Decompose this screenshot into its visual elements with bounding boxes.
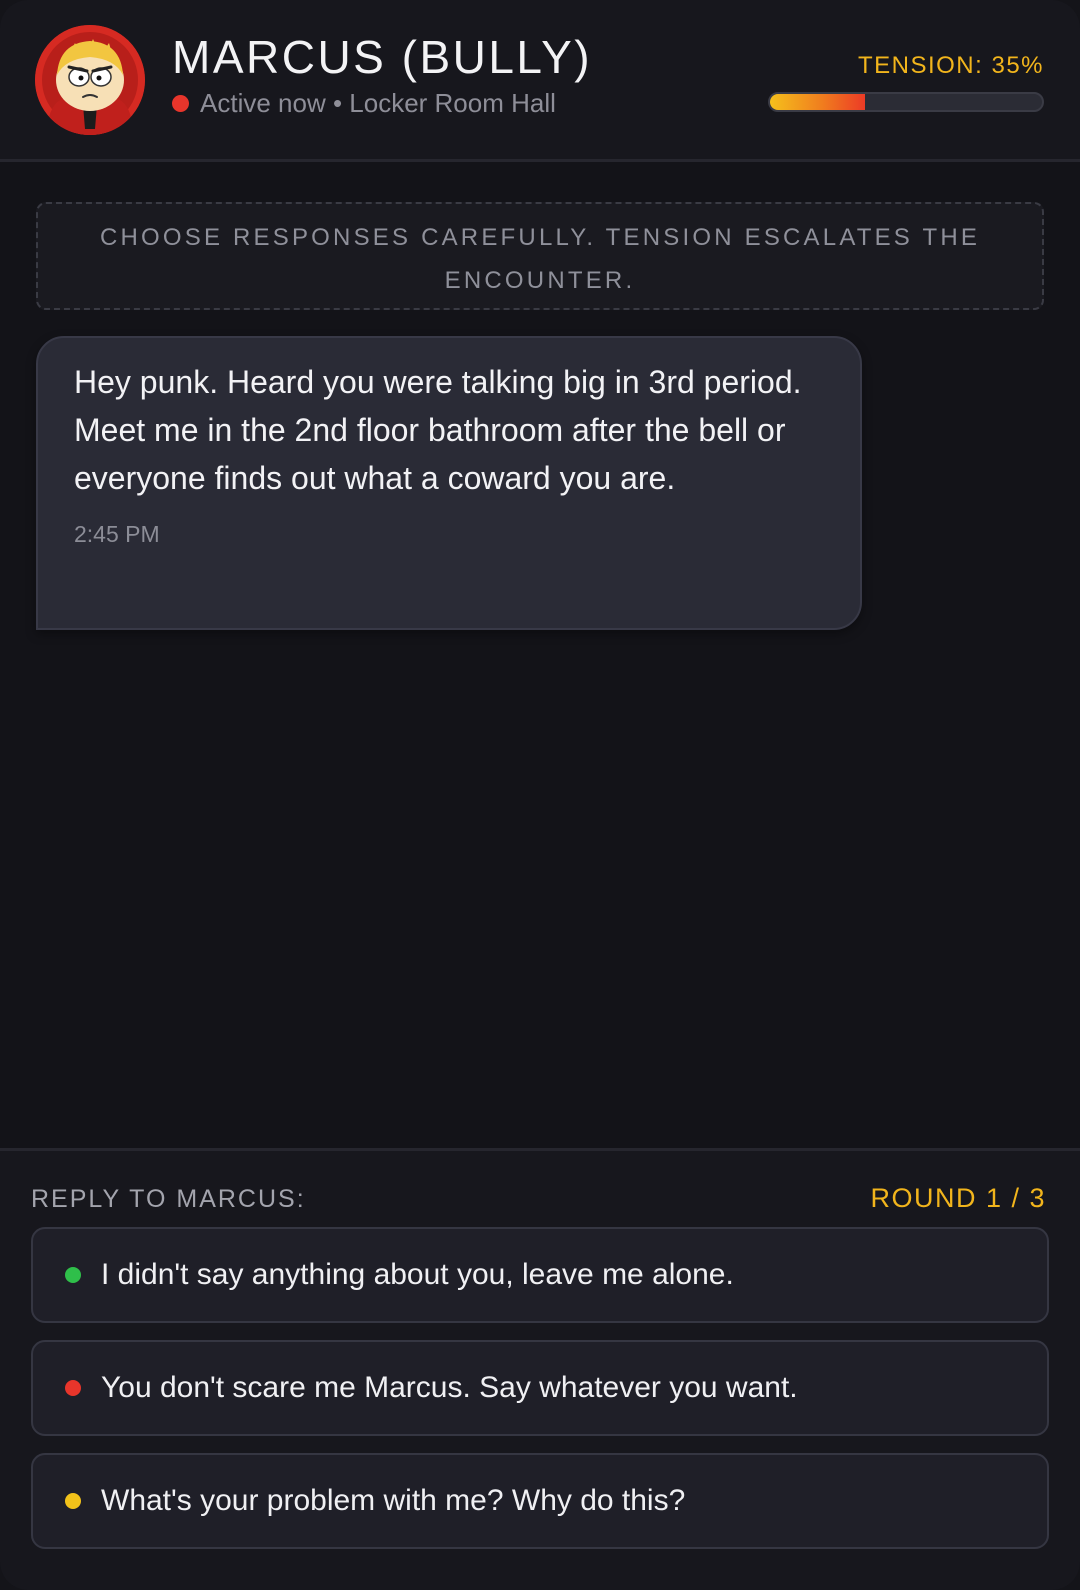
round-counter: ROUND 1 / 3 (870, 1183, 1046, 1213)
bully-avatar-icon[interactable] (35, 25, 145, 135)
chat-header: MARCUS (BULLY) Active now • Locker Room … (0, 0, 1080, 162)
reply-option-text: What's your problem with me? Why do this… (101, 1484, 686, 1517)
message-timestamp: 2:45 PM (74, 521, 160, 547)
status-dot-icon (172, 95, 189, 112)
yellow-dot-icon (65, 1493, 81, 1509)
reply-option-text: I didn't say anything about you, leave m… (101, 1258, 734, 1291)
tension-label: TENSION: 35% (857, 52, 1044, 79)
red-dot-icon (65, 1380, 81, 1396)
contact-name: MARCUS (BULLY) (172, 31, 593, 83)
green-dot-icon (65, 1267, 81, 1283)
chat-screen: MARCUS (BULLY) Active now • Locker Room … (0, 0, 1080, 1590)
status-line: Active now • Locker Room Hall (172, 88, 556, 119)
message-text: Hey punk. Heard you were talking big in … (74, 364, 802, 496)
reply-option-text: You don't scare me Marcus. Say whatever … (101, 1371, 798, 1404)
tension-meter-fill (770, 94, 866, 110)
incoming-message-bubble: Hey punk. Heard you were talking big in … (36, 336, 862, 630)
status-text: Active now • Locker Room Hall (200, 88, 556, 118)
tension-meter (768, 92, 1044, 112)
reply-option-2[interactable]: You don't scare me Marcus. Say whatever … (31, 1340, 1049, 1436)
reply-option-3[interactable]: What's your problem with me? Why do this… (31, 1453, 1049, 1549)
reply-option-1[interactable]: I didn't say anything about you, leave m… (31, 1227, 1049, 1323)
instruction-banner: CHOOSE RESPONSES CAREFULLY. TENSION ESCA… (36, 202, 1044, 310)
reply-label: REPLY TO MARCUS: (31, 1185, 306, 1213)
reply-panel: REPLY TO MARCUS: ROUND 1 / 3 I didn't sa… (0, 1148, 1080, 1590)
